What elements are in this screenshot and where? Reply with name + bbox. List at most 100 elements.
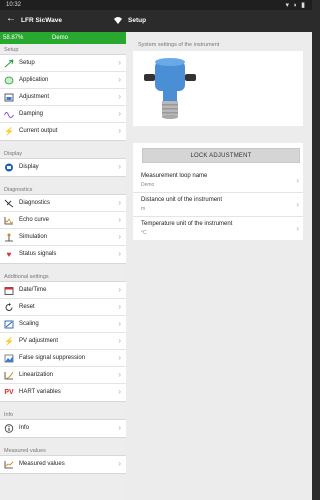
menu-item-setup[interactable]: Setup › bbox=[0, 55, 126, 72]
menu-item-label: PV adjustment bbox=[19, 338, 59, 344]
system-settings-card: LOCK ADJUSTMENT Measurement loop name De… bbox=[133, 143, 303, 240]
system-status-bar: 10:32 ▾ ◗ ▮ bbox=[0, 0, 312, 10]
arrow-left-icon[interactable]: ← bbox=[6, 14, 16, 24]
menu-item-linearization[interactable]: Linearization › bbox=[0, 367, 126, 384]
chevron-right-icon: › bbox=[118, 162, 121, 171]
chevron-right-icon: › bbox=[118, 459, 121, 468]
device-status-bar: 58.87% Demo bbox=[0, 32, 126, 44]
menu-item-label: Setup bbox=[19, 60, 35, 66]
echo-curve-icon bbox=[4, 216, 14, 225]
calendar-icon bbox=[4, 286, 14, 295]
menu-item-diagnostics[interactable]: Diagnostics › bbox=[0, 195, 126, 212]
chevron-right-icon: › bbox=[118, 423, 121, 432]
menu-item-damping[interactable]: Damping › bbox=[0, 106, 126, 123]
menu-item-scaling[interactable]: Scaling › bbox=[0, 316, 126, 333]
param-label: Measurement loop name bbox=[141, 173, 208, 179]
chevron-right-icon: › bbox=[118, 126, 121, 135]
menu-item-application[interactable]: Application › bbox=[0, 72, 126, 89]
lightning-icon: ⚡ bbox=[4, 337, 14, 346]
param-label: Distance unit of the instrument bbox=[141, 197, 223, 203]
adjustment-icon bbox=[4, 93, 14, 102]
measured-values-group: Measured values › bbox=[0, 455, 126, 474]
menu-item-false-signal-suppression[interactable]: False signal suppression › bbox=[0, 350, 126, 367]
menu-item-info[interactable]: Info › bbox=[0, 420, 126, 437]
param-value: Demo bbox=[141, 182, 155, 188]
menu-item-label: Echo curve bbox=[19, 217, 50, 223]
app-title: LFR SicWave bbox=[21, 17, 62, 24]
section-label-setup: Setup bbox=[4, 47, 19, 53]
navigation-pane: ← LFR SicWave 58.87% Demo Setup Setup › … bbox=[0, 10, 126, 500]
chevron-right-icon: › bbox=[118, 215, 121, 224]
menu-item-status-signals[interactable]: ♥ Status signals › bbox=[0, 246, 126, 263]
chevron-right-icon: › bbox=[118, 92, 121, 101]
chevron-right-icon: › bbox=[118, 75, 121, 84]
chevron-right-icon: › bbox=[296, 224, 299, 233]
false-signal-icon bbox=[4, 354, 14, 363]
menu-item-label: Info bbox=[19, 425, 30, 431]
chevron-right-icon: › bbox=[118, 302, 121, 311]
menu-item-pv-adjustment[interactable]: ⚡ PV adjustment › bbox=[0, 333, 126, 350]
diagnostics-icon bbox=[4, 199, 14, 208]
menu-item-simulation[interactable]: Simulation › bbox=[0, 229, 126, 246]
setup-icon bbox=[4, 59, 14, 68]
linearization-icon bbox=[4, 371, 14, 380]
pv-icon: PV bbox=[4, 389, 14, 396]
measured-values-icon bbox=[4, 460, 14, 469]
additional-settings-group: Date/Time › Reset › Scaling › ⚡ PV adjus… bbox=[0, 281, 126, 402]
section-label-diagnostics: Diagnostics bbox=[4, 187, 33, 193]
chevron-right-icon: › bbox=[296, 200, 299, 209]
chevron-right-icon: › bbox=[118, 232, 121, 241]
menu-item-hart-variables[interactable]: PV HART variables › bbox=[0, 384, 126, 401]
param-temperature-unit[interactable]: Temperature unit of the instrument °C › bbox=[133, 217, 303, 241]
lightning-icon: ⚡ bbox=[4, 127, 14, 136]
display-group: Display › bbox=[0, 158, 126, 177]
menu-item-label: HART variables bbox=[19, 389, 61, 395]
info-group: Info › bbox=[0, 419, 126, 438]
menu-item-label: Damping bbox=[19, 111, 44, 117]
instrument-image bbox=[144, 58, 196, 119]
chevron-right-icon: › bbox=[118, 319, 121, 328]
menu-item-adjustment[interactable]: Adjustment › bbox=[0, 89, 126, 106]
menu-item-label: False signal suppression bbox=[19, 355, 86, 361]
param-distance-unit[interactable]: Distance unit of the instrument m › bbox=[133, 193, 303, 217]
display-icon bbox=[4, 163, 14, 172]
menu-item-label: Status signals bbox=[19, 251, 57, 257]
menu-item-measured-values[interactable]: Measured values › bbox=[0, 456, 126, 473]
info-icon bbox=[4, 424, 14, 433]
menu-item-label: Current output bbox=[19, 128, 58, 134]
menu-item-label: Scaling bbox=[19, 321, 39, 327]
menu-item-label: Measured values bbox=[19, 461, 65, 467]
chevron-right-icon: › bbox=[118, 370, 121, 379]
chevron-right-icon: › bbox=[118, 387, 121, 396]
menu-item-echo-curve[interactable]: Echo curve › bbox=[0, 212, 126, 229]
diagnostics-group: Diagnostics › Echo curve › Simulation › … bbox=[0, 194, 126, 264]
measured-percent: 58.87% bbox=[3, 35, 24, 41]
setup-group: Setup › Application › Adjustment › Dampi… bbox=[0, 54, 126, 141]
chevron-right-icon: › bbox=[296, 176, 299, 185]
system-settings-caption: System settings of the instrument bbox=[138, 42, 220, 48]
chevron-right-icon: › bbox=[118, 58, 121, 67]
application-icon bbox=[4, 76, 14, 85]
section-label-measured-values: Measured values bbox=[4, 448, 46, 454]
chevron-right-icon: › bbox=[118, 285, 121, 294]
param-value: °C bbox=[141, 230, 147, 236]
damping-icon bbox=[4, 110, 14, 119]
menu-item-date-time[interactable]: Date/Time › bbox=[0, 282, 126, 299]
section-label-additional-settings: Additional settings bbox=[4, 274, 49, 280]
system-icons: ▾ ◗ ▮ bbox=[285, 2, 306, 9]
detail-title: Setup bbox=[126, 10, 312, 32]
menu-item-label: Application bbox=[19, 77, 49, 83]
app-bar: ← LFR SicWave bbox=[0, 10, 126, 32]
menu-item-display[interactable]: Display › bbox=[0, 159, 126, 176]
param-value: m bbox=[141, 206, 146, 212]
chevron-right-icon: › bbox=[118, 353, 121, 362]
scaling-icon bbox=[4, 320, 14, 329]
menu-item-label: Reset bbox=[19, 304, 35, 310]
param-measurement-loop-name[interactable]: Measurement loop name Demo › bbox=[133, 169, 303, 193]
menu-item-current-output[interactable]: ⚡ Current output › bbox=[0, 123, 126, 140]
device-mode: Demo bbox=[52, 35, 69, 41]
reset-icon bbox=[4, 303, 14, 312]
wifi-icon bbox=[114, 17, 122, 24]
lock-adjustment-button[interactable]: LOCK ADJUSTMENT bbox=[142, 148, 300, 163]
menu-item-reset[interactable]: Reset › bbox=[0, 299, 126, 316]
